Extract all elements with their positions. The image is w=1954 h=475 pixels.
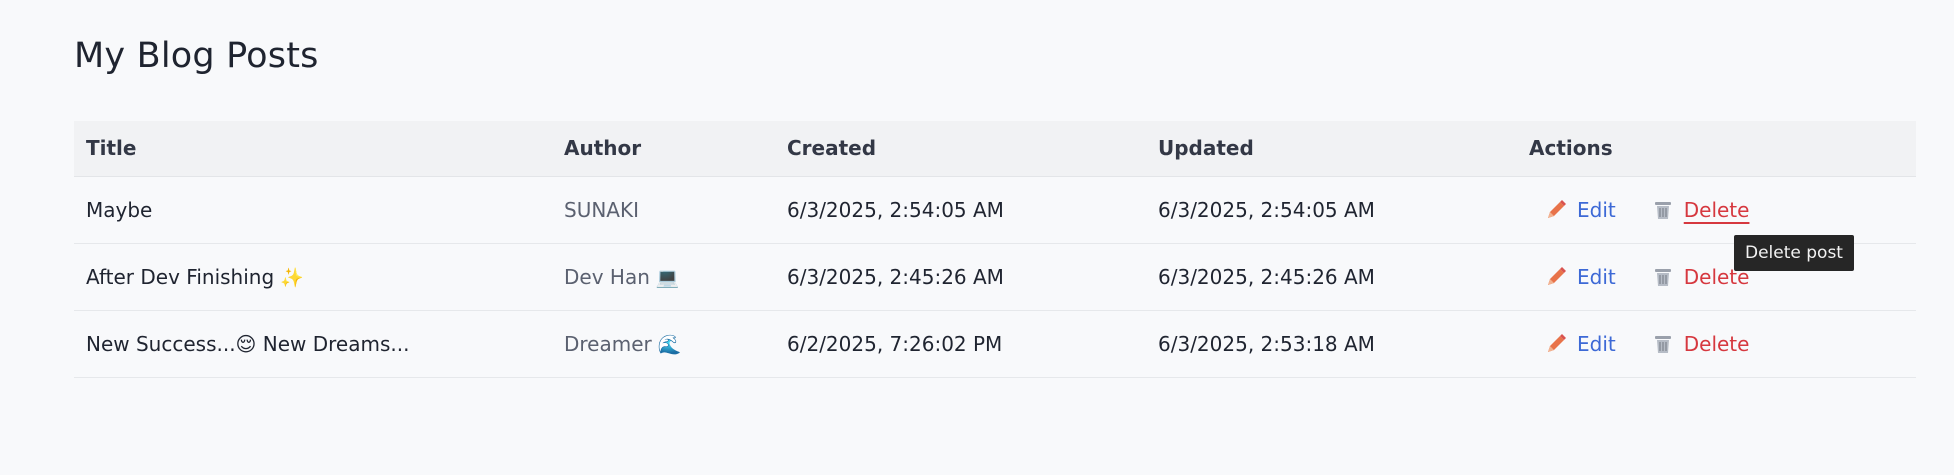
posts-table: Title Author Created Updated Actions May…: [74, 121, 1916, 378]
post-actions: Edit Delete: [1517, 176, 1916, 243]
post-created: 6/2/2025, 7:26:02 PM: [787, 331, 1003, 356]
table-header: Title Author Created Updated Actions: [74, 121, 1916, 177]
edit-label: Edit: [1577, 331, 1616, 356]
edit-button[interactable]: Edit: [1545, 332, 1616, 356]
page-title: My Blog Posts: [74, 36, 319, 76]
wave-emoji: 🌊: [657, 333, 682, 356]
post-author: Dreamer: [564, 331, 652, 356]
header-created: Created: [775, 121, 1146, 177]
wastebasket-icon: [1652, 266, 1674, 288]
edit-label: Edit: [1577, 264, 1616, 289]
post-author-cell: Dev Han 💻: [552, 243, 775, 310]
header-title: Title: [74, 121, 552, 177]
post-title: New Success...😌 New Dreams...: [86, 331, 410, 356]
edit-button[interactable]: Edit: [1545, 265, 1616, 289]
post-updated: 6/3/2025, 2:53:18 AM: [1158, 331, 1375, 356]
post-title-cell: Maybe: [74, 176, 552, 243]
post-created: 6/3/2025, 2:45:26 AM: [787, 264, 1004, 289]
header-row: Title Author Created Updated Actions: [74, 121, 1916, 177]
post-updated: 6/3/2025, 2:54:05 AM: [1158, 197, 1375, 222]
post-actions: Edit Delete: [1517, 243, 1916, 310]
delete-label: Delete: [1683, 331, 1750, 356]
post-author-cell: Dreamer 🌊: [552, 310, 775, 377]
post-created: 6/3/2025, 2:54:05 AM: [787, 197, 1004, 222]
header-author: Author: [552, 121, 775, 177]
post-title: After Dev Finishing: [86, 264, 275, 289]
table-row: After Dev Finishing ✨ Dev Han 💻 6/3/2025, …: [74, 243, 1916, 310]
pencil-icon: [1545, 333, 1567, 355]
header-updated: Updated: [1146, 121, 1517, 177]
pencil-icon: [1545, 199, 1567, 221]
wastebasket-icon: [1652, 199, 1674, 221]
edit-label: Edit: [1577, 197, 1616, 222]
laptop-emoji: 💻: [655, 266, 680, 289]
sparkles-emoji: ✨: [280, 266, 304, 289]
post-title-cell: After Dev Finishing ✨: [74, 243, 552, 310]
post-author-cell: SUNAKI: [552, 176, 775, 243]
delete-button[interactable]: Delete: [1652, 197, 1750, 222]
post-title-cell: New Success...😌 New Dreams...: [74, 310, 552, 377]
header-actions: Actions: [1517, 121, 1916, 177]
pencil-icon: [1545, 266, 1567, 288]
post-author: Dev Han: [564, 264, 650, 289]
delete-tooltip: Delete post: [1734, 235, 1854, 271]
delete-label: Delete: [1683, 197, 1750, 222]
post-title: Maybe: [86, 197, 153, 222]
delete-button[interactable]: Delete: [1652, 331, 1750, 356]
table-row: Maybe SUNAKI 6/3/2025, 2:54:05 AM 6/3/20…: [74, 176, 1916, 243]
post-author: SUNAKI: [564, 197, 639, 222]
blog-posts-page: My Blog Posts Title Author Created Updat…: [0, 0, 1954, 475]
post-updated: 6/3/2025, 2:45:26 AM: [1158, 264, 1375, 289]
post-actions: Edit Delete: [1517, 310, 1916, 377]
wastebasket-icon: [1652, 333, 1674, 355]
table-row: New Success...😌 New Dreams... Dreamer 🌊 6…: [74, 310, 1916, 377]
edit-button[interactable]: Edit: [1545, 198, 1616, 222]
